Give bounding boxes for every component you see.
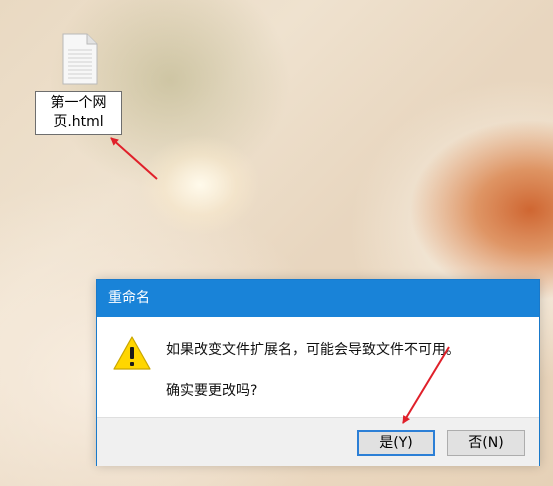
file-name-line2: 页.html <box>53 114 104 130</box>
file-document-icon[interactable] <box>62 33 98 85</box>
dialog-question: 确实要更改吗? <box>166 383 258 399</box>
rename-dialog: 重命名 如果改变文件扩展名，可能会导致文件不可用。 确实要更改吗? 是(Y) 否… <box>96 279 540 466</box>
dialog-button-bar: 是(Y) 否(N) <box>97 417 539 466</box>
file-name-edit-box[interactable]: 第一个网 页.html <box>35 91 122 135</box>
warning-icon <box>112 335 152 371</box>
arrow-to-file-name <box>110 137 158 180</box>
dialog-content: 如果改变文件扩展名，可能会导致文件不可用。 确实要更改吗? <box>97 317 539 417</box>
no-button[interactable]: 否(N) <box>447 430 525 456</box>
yes-button[interactable]: 是(Y) <box>357 430 435 456</box>
dialog-message: 如果改变文件扩展名，可能会导致文件不可用。 <box>166 342 460 358</box>
file-name-line1: 第一个网 <box>50 95 107 111</box>
dialog-title[interactable]: 重命名 <box>97 280 539 317</box>
